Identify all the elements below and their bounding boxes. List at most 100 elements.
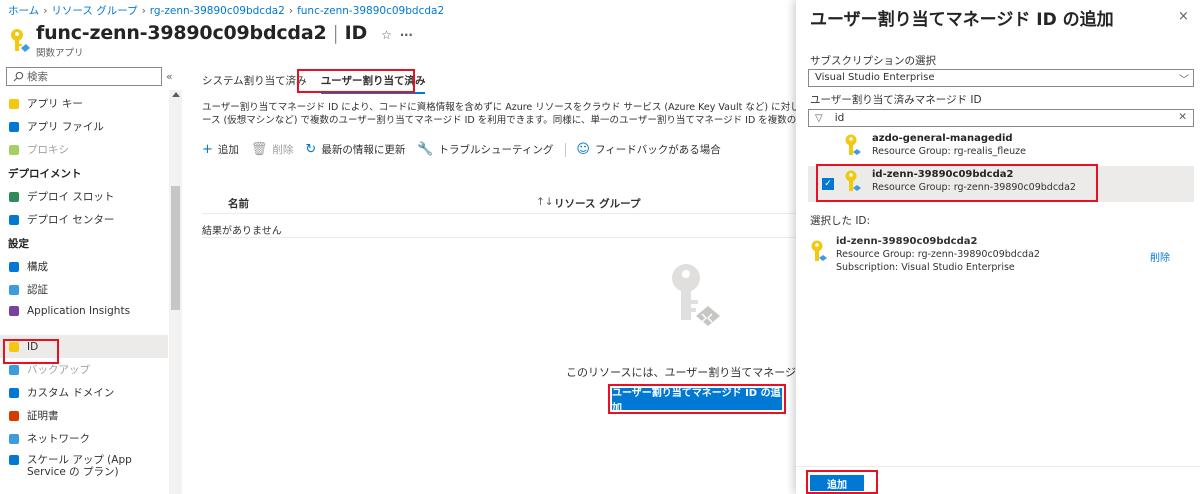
resource-type: 関数アプリ: [36, 48, 84, 59]
managed-identity-icon: [845, 134, 861, 155]
collapse-sidebar-icon[interactable]: «: [166, 70, 173, 83]
breadcrumb-home[interactable]: ホーム: [8, 5, 39, 17]
cloud-icon: [9, 364, 19, 375]
sidebar-item-label: 構成: [27, 261, 48, 273]
sidebar-item-label: アプリ キー: [27, 98, 83, 110]
title-separator: |: [332, 22, 339, 44]
sidebar-item-person[interactable]: 認証: [0, 278, 168, 301]
sidebar-item-key[interactable]: アプリ キー: [0, 92, 168, 115]
column-name[interactable]: 名前: [228, 196, 249, 211]
sidebar-item-label: アプリ ファイル: [27, 121, 104, 133]
filter-value: id: [834, 112, 845, 124]
troubleshoot-button[interactable]: 🔧 トラブルシューティング: [417, 142, 553, 157]
network-icon: [9, 433, 19, 444]
page-title: func-zenn-39890c09bdcda2 | ID ☆ ···: [36, 22, 413, 44]
more-options-icon[interactable]: ···: [400, 28, 413, 42]
sidebar: 検索 « アプリ キー アプリ ファイル プロキシ デプロイメント デプロイ スロッ…: [0, 64, 182, 494]
feedback-icon: ☺: [576, 142, 590, 157]
sidebar-item-identity-key[interactable]: ID: [0, 335, 168, 358]
sidebar-item-domain[interactable]: カスタム ドメイン: [0, 381, 168, 404]
chevron-down-icon: ﹀: [1179, 75, 1189, 86]
scroll-up-arrow-icon[interactable]: [172, 92, 180, 97]
search-placeholder: 検索: [27, 71, 48, 83]
remove-selected-link[interactable]: 削除: [1150, 249, 1170, 264]
section-settings: 設定: [8, 237, 29, 250]
sort-icon[interactable]: ↑↓: [536, 196, 554, 208]
sidebar-item-insights[interactable]: Application Insights: [0, 301, 168, 335]
scale-icon: [9, 455, 19, 465]
resource-name: func-zenn-39890c09bdcda2: [36, 22, 327, 44]
config-icon: [9, 261, 19, 272]
refresh-button[interactable]: ↻ 最新の情報に更新: [305, 142, 405, 157]
sidebar-item-config[interactable]: 構成: [0, 255, 168, 278]
managed-identity-icon: [845, 170, 861, 191]
sidebar-item-label: Application Insights: [27, 305, 131, 317]
selected-identity: id-zenn-39890c09bdcda2 Resource Group: r…: [808, 236, 1194, 280]
subscription-value: Visual Studio Enterprise: [815, 72, 935, 83]
add-button[interactable]: + 追加: [202, 142, 239, 157]
sidebar-search-input[interactable]: 検索: [6, 67, 162, 86]
scrollbar-thumb[interactable]: [171, 186, 180, 310]
breadcrumb: ホーム › リソース グループ › rg-zenn-39890c09bdcda2 › fun…: [8, 3, 444, 18]
sidebar-item-scale[interactable]: スケール アップ (App Service の プラン): [0, 450, 168, 484]
selected-identity-resource-group: Resource Group: rg-zenn-39890c09bdcda2: [836, 249, 1040, 260]
table-header: 名前 ↑↓ リソース グループ: [202, 192, 796, 214]
sidebar-item-cube[interactable]: デプロイ センター: [0, 208, 168, 231]
slot-icon: [9, 191, 19, 202]
favorite-star-icon[interactable]: ☆: [381, 28, 392, 42]
wrench-icon: 🔧: [417, 142, 434, 157]
breadcrumb-resource-groups[interactable]: リソース グループ: [51, 5, 137, 17]
add-label: 追加: [217, 144, 239, 156]
breadcrumb-function-app[interactable]: func-zenn-39890c09bdcda2: [297, 5, 444, 17]
sidebar-item-slot[interactable]: デプロイ スロット: [0, 185, 168, 208]
sidebar-item-network[interactable]: ネットワーク: [0, 427, 168, 450]
refresh-label: 最新の情報に更新: [321, 144, 406, 156]
subscription-select[interactable]: Visual Studio Enterprise ﹀: [808, 69, 1194, 87]
plus-icon: +: [202, 142, 213, 157]
identity-option-azdo[interactable]: azdo-general-managedid Resource Group: r…: [808, 130, 1194, 166]
column-resource-group[interactable]: リソース グループ: [554, 196, 641, 211]
empty-identity-illustration-icon: [672, 264, 720, 326]
identity-name: azdo-general-managedid: [872, 133, 1013, 144]
identity-label: ユーザー割り当て済みマネージド ID: [810, 94, 982, 106]
sidebar-item-proxy[interactable]: プロキシ: [0, 138, 168, 161]
add-confirm-button[interactable]: 追加: [810, 475, 864, 491]
main-content: システム割り当て済み ユーザー割り当て済み ユーザー割り当てマネージド ID に…: [192, 64, 859, 494]
subscription-label: サブスクリプションの選択: [810, 55, 936, 67]
sidebar-item-label: 証明書: [27, 410, 59, 422]
page-header: func-zenn-39890c09bdcda2 | ID ☆ ··· 関数アプリ: [8, 22, 413, 59]
selected-identity-label: 選択した ID:: [810, 215, 871, 227]
feedback-button[interactable]: ☺ フィードバックがある場合: [576, 142, 720, 157]
sidebar-item-file[interactable]: アプリ ファイル: [0, 115, 168, 138]
no-results-row: 結果がありません: [202, 218, 796, 238]
sidebar-scrollbar[interactable]: [169, 90, 182, 494]
sidebar-item-label: ネットワーク: [27, 433, 90, 445]
clear-filter-icon[interactable]: ✕: [1178, 111, 1187, 123]
sidebar-item-label: プロキシ: [27, 144, 69, 156]
breadcrumb-resource-group[interactable]: rg-zenn-39890c09bdcda2: [150, 5, 285, 17]
sidebar-item-certificate[interactable]: 証明書: [0, 404, 168, 427]
tab-system-assigned[interactable]: システム割り当て済み: [202, 73, 307, 94]
domain-icon: [9, 387, 19, 398]
add-user-assigned-identity-button[interactable]: ユーザー割り当てマネージド ID の追加: [612, 388, 782, 414]
page-name: ID: [344, 22, 368, 44]
tab-user-assigned[interactable]: ユーザー割り当て済み: [320, 73, 426, 94]
delete-button[interactable]: 🗑 削除: [251, 142, 294, 157]
delete-label: 削除: [272, 144, 294, 156]
identity-option-id-zenn[interactable]: ✓ id-zenn-39890c09bdcda2 Resource Group:…: [808, 166, 1194, 202]
identity-key-icon: [11, 29, 30, 52]
filter-icon: ▽: [815, 112, 823, 124]
checkbox-checked-icon[interactable]: ✓: [822, 178, 834, 190]
identity-filter-input[interactable]: ▽ id ✕: [808, 109, 1194, 127]
sidebar-item-label: デプロイ センター: [27, 214, 115, 226]
add-identity-panel: ユーザー割り当てマネージド ID の追加 × サブスクリプションの選択 Visu…: [796, 0, 1200, 494]
feedback-label: フィードバックがある場合: [594, 144, 721, 156]
sidebar-item-cloud[interactable]: バックアップ: [0, 358, 168, 381]
person-icon: [9, 284, 19, 295]
key-icon: [9, 98, 19, 109]
cube-icon: [9, 214, 19, 225]
identity-key-icon: [9, 341, 19, 352]
sidebar-item-label: カスタム ドメイン: [27, 387, 115, 399]
toolbar-divider: [565, 142, 567, 157]
close-icon[interactable]: ×: [1178, 9, 1189, 24]
